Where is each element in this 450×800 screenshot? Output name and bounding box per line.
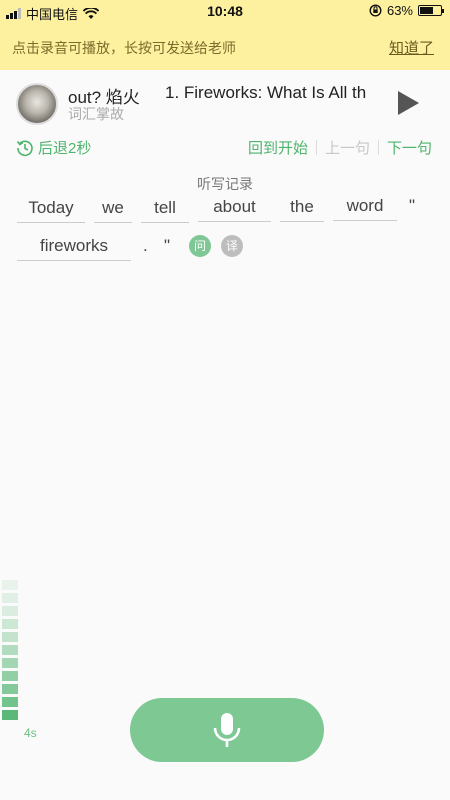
translate-button[interactable]: 译: [221, 235, 243, 257]
battery-icon: [418, 5, 444, 16]
playback-controls: 后退2秒 回到开始 上一句 下一句: [0, 134, 450, 160]
word-slot[interactable]: fireworks: [17, 231, 131, 261]
punctuation: .: [143, 236, 148, 255]
ask-question-button[interactable]: 问: [189, 235, 211, 257]
notice-text: 点击录音可播放，长按可发送给老师: [12, 40, 236, 56]
recording-level-meter: [2, 580, 18, 723]
restart-button[interactable]: 回到开始: [248, 137, 308, 158]
word-slot[interactable]: we: [94, 193, 132, 223]
divider: [315, 140, 317, 155]
status-right: 63%: [369, 3, 444, 18]
sentence-nav: 回到开始 上一句 下一句: [248, 137, 432, 158]
dismiss-notice-button[interactable]: 知道了: [389, 37, 434, 58]
word-slot[interactable]: the: [280, 192, 324, 222]
rewind-icon: [16, 140, 33, 156]
rewind-2s-button[interactable]: 后退2秒: [16, 137, 91, 158]
previous-sentence-button[interactable]: 上一句: [325, 137, 370, 158]
play-icon[interactable]: [396, 90, 420, 116]
word-slot[interactable]: tell: [141, 193, 189, 223]
record-button[interactable]: [130, 698, 324, 762]
lesson-header[interactable]: out? 焰火 词汇掌故 1. Fireworks: What Is All t…: [0, 74, 450, 130]
orientation-lock-icon: [369, 4, 382, 17]
punctuation: ": [409, 196, 416, 215]
divider: [377, 140, 379, 155]
microphone-icon: [213, 713, 241, 747]
rewind-label: 后退2秒: [38, 140, 92, 157]
notice-banner: 点击录音可播放，长按可发送给老师 知道了: [0, 24, 450, 70]
word-slot[interactable]: word: [333, 191, 397, 221]
lesson-thumbnail[interactable]: [16, 83, 58, 125]
episode-title: 1. Fireworks: What Is All th: [165, 83, 367, 102]
battery-percent: 63%: [386, 3, 413, 18]
next-sentence-button[interactable]: 下一句: [387, 137, 432, 158]
status-bar: 中国电信 10:48 63%: [0, 0, 450, 24]
punctuation: ": [164, 236, 171, 255]
recording-duration: 4s: [24, 726, 37, 740]
word-slot[interactable]: about: [198, 192, 271, 222]
word-slot[interactable]: Today: [17, 193, 85, 223]
lesson-category: 词汇掌故: [68, 106, 124, 122]
